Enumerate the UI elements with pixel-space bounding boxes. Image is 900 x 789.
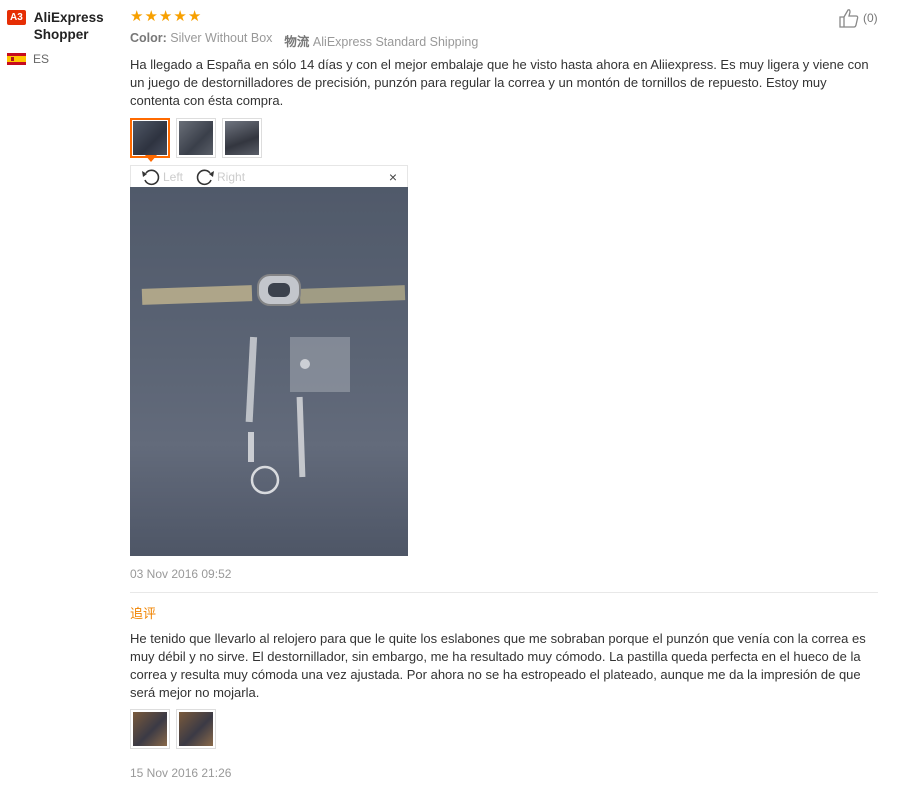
rotate-right-button[interactable]: Right	[195, 168, 245, 186]
photo-thumbnails	[130, 118, 880, 158]
star-icon: ★	[144, 8, 158, 25]
viewer-toolbar: Left Right ×	[130, 165, 408, 187]
star-icon: ★	[158, 8, 173, 25]
star-icon: ★	[187, 8, 202, 25]
review-date: 03 Nov 2016 09:52	[130, 567, 232, 581]
photo-thumbnail[interactable]	[176, 709, 216, 749]
photo-thumbnail[interactable]	[176, 118, 216, 158]
rotate-left-label: Left	[163, 169, 184, 184]
review-text: Ha llegado a España en sólo 14 días y co…	[130, 57, 869, 108]
shipping-value: AliExpress Standard Shipping	[312, 35, 479, 49]
rotate-left-button[interactable]: Left	[141, 168, 183, 186]
followup-label: 追评	[130, 606, 157, 621]
rotate-right-label: Right	[217, 169, 246, 184]
color-label: Color:	[130, 31, 167, 45]
spain-flag-icon	[7, 53, 26, 65]
followup-photo-thumbnails	[130, 709, 216, 749]
color-value: Silver Without Box	[170, 31, 273, 45]
rotate-left-icon	[142, 169, 160, 185]
photo-thumbnail[interactable]	[130, 709, 170, 749]
selected-thumbnail-pointer	[145, 155, 157, 162]
review-photo	[130, 187, 408, 556]
close-viewer-button[interactable]: ×	[389, 169, 397, 185]
reviewer-name: AliExpress Shopper	[33, 10, 104, 42]
divider	[130, 592, 878, 593]
watch-strap-photo	[130, 187, 408, 556]
level-badge: A3	[7, 10, 26, 25]
reviewer-info: A3 AliExpress Shopper ES	[7, 9, 122, 66]
photo-thumbnail[interactable]	[222, 118, 262, 158]
star-icon: ★	[173, 8, 187, 25]
reviewer-country: ES	[7, 52, 122, 66]
review-body: ★ ★ ★ ★ ★ Color: Silver Without Box 物流 A…	[130, 8, 880, 158]
star-rating: ★ ★ ★ ★ ★	[130, 8, 880, 25]
photo-viewer: Left Right ×	[130, 165, 408, 556]
rotate-right-icon	[196, 169, 215, 185]
country-code: ES	[33, 52, 50, 66]
star-icon: ★	[130, 8, 144, 25]
screw-bag	[290, 337, 350, 392]
photo-thumbnail[interactable]	[130, 118, 170, 158]
shipping-label: 物流	[284, 35, 310, 49]
order-info: Color: Silver Without Box 物流 AliExpress …	[130, 31, 880, 50]
followup-text: He tenido que llevarlo al relojero para …	[130, 631, 866, 700]
followup-date: 15 Nov 2016 21:26	[130, 766, 232, 780]
